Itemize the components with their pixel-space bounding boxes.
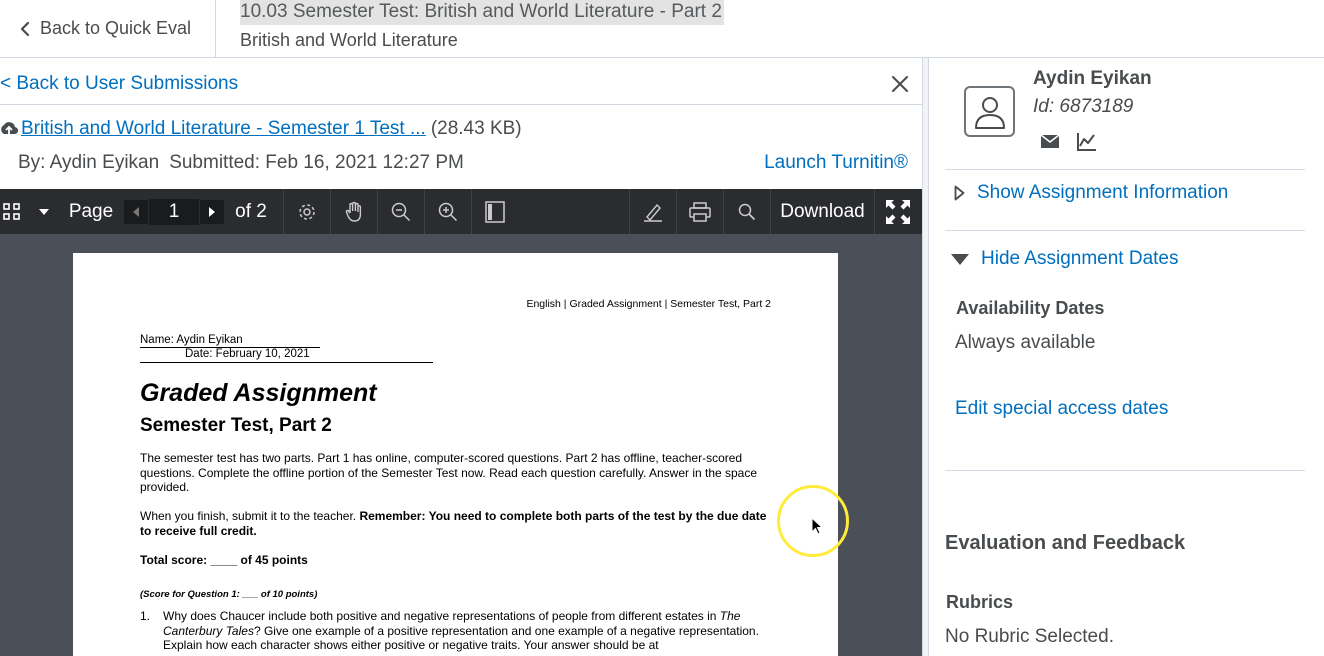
submission-pane: < Back to User Submissions British and W… <box>0 58 922 656</box>
submission-meta: By: Aydin Eyikan Submitted: Feb 16, 2021 … <box>18 152 464 174</box>
pane-resize-handle[interactable] <box>922 58 929 656</box>
rubrics-value: No Rubric Selected. <box>945 626 1114 647</box>
sidebar-toggle-icon <box>485 200 505 223</box>
panel-separator <box>945 470 1305 471</box>
show-assignment-info-label: Show Assignment Information <box>977 182 1229 203</box>
submitted-by: By: Aydin Eyikan <box>18 152 160 173</box>
close-icon[interactable] <box>889 73 911 95</box>
doc-q1-text: Why does Chaucer include both positive a… <box>163 609 773 653</box>
doc-intro-paragraph: The semester test has two parts. Part 1 … <box>140 451 758 494</box>
hand-tool-button[interactable] <box>331 189 377 234</box>
settings-icon <box>299 203 315 220</box>
page-total-cell: of 2 <box>230 189 272 234</box>
show-assignment-info-toggle[interactable]: Show Assignment Information <box>954 182 1228 204</box>
upload-icon <box>1 122 18 136</box>
next-page-icon <box>209 206 215 217</box>
hand-icon <box>345 201 362 222</box>
annotate-icon <box>644 203 662 222</box>
top-bar: Back to Quick Eval 10.03 Semester Test: … <box>0 0 1324 58</box>
next-page-button[interactable] <box>200 199 224 224</box>
triangle-down-icon <box>951 253 969 265</box>
hide-assignment-dates-toggle[interactable]: Hide Assignment Dates <box>951 248 1179 270</box>
course-name: British and World Literature <box>240 30 458 50</box>
availability-dates-value: Always available <box>955 332 1096 353</box>
page-input-cell <box>149 189 199 234</box>
doc-submit-paragraph: When you finish, submit it to the teache… <box>140 509 773 538</box>
download-button[interactable]: Download <box>771 189 874 234</box>
next-page-cell <box>199 189 225 234</box>
page-total: of 2 <box>235 200 267 222</box>
prev-page-icon <box>133 206 139 217</box>
fullscreen-icon <box>885 199 910 224</box>
triangle-right-icon <box>954 185 965 201</box>
prev-page-cell <box>123 189 149 234</box>
launch-turnitin-link[interactable]: Launch Turnitin® <box>764 152 908 174</box>
doc-question-1: 1. Why does Chaucer include both positiv… <box>140 609 773 656</box>
doc-date-line: Date: February 10, 2021 <box>185 348 310 360</box>
back-to-quick-eval-label: Back to Quick Eval <box>40 18 192 38</box>
doc-total-score: Total score: ____ of 45 points <box>140 553 308 567</box>
page-label-cell: Page <box>64 189 118 234</box>
thumbnails-button[interactable] <box>0 189 24 234</box>
rubrics-label: Rubrics <box>946 592 1014 612</box>
panel-separator <box>945 169 1305 170</box>
user-avatar <box>964 86 1015 137</box>
submission-header: < Back to User Submissions <box>0 58 922 105</box>
user-id: Id: 6873189 <box>1033 96 1134 117</box>
annotate-button[interactable] <box>630 189 676 234</box>
page-number-input[interactable] <box>149 198 199 225</box>
mouse-cursor-icon <box>811 517 823 535</box>
back-to-quick-eval-link[interactable]: Back to Quick Eval <box>0 0 216 57</box>
assignment-title: 10.03 Semester Test: British and World L… <box>240 0 724 25</box>
user-avatar-icon <box>974 96 1005 129</box>
doc-title: Graded Assignment <box>140 379 377 407</box>
title-block: 10.03 Semester Test: British and World L… <box>240 0 724 51</box>
fullscreen-button[interactable] <box>875 189 920 234</box>
caret-down-icon <box>39 208 49 215</box>
evaluation-panel: Aydin Eyikan Id: 6873189 Show Assignment… <box>929 58 1324 656</box>
file-row: British and World Literature - Semester … <box>0 118 522 140</box>
doc-q1-text-a: Why does Chaucer include both positive a… <box>163 609 720 623</box>
download-label: Download <box>780 200 865 222</box>
chevron-left-icon <box>20 21 30 36</box>
search-icon <box>738 203 756 220</box>
submission-file-link[interactable]: British and World Literature - Semester … <box>21 118 426 140</box>
evaluation-feedback-heading: Evaluation and Feedback <box>945 532 1186 554</box>
doc-q1-score: (Score for Question 1: ___ of 10 points) <box>140 589 318 600</box>
pdf-toolbar: Page of 2 <box>0 189 922 234</box>
file-size: (28.43 KB) <box>430 118 522 139</box>
mail-icon[interactable] <box>1040 134 1060 149</box>
print-button[interactable] <box>677 189 723 234</box>
doc-q1-number: 1. <box>140 609 151 623</box>
zoom-out-button[interactable] <box>378 189 424 234</box>
print-icon <box>689 201 711 222</box>
chart-icon[interactable] <box>1077 132 1097 151</box>
settings-button[interactable] <box>284 189 330 234</box>
zoom-out-icon <box>391 202 411 221</box>
thumbnails-icon <box>3 202 20 220</box>
doc-header: English | Graded Assignment | Semester T… <box>526 298 771 310</box>
back-to-user-submissions-link[interactable]: < Back to User Submissions <box>0 73 238 95</box>
submitted-date: Submitted: Feb 16, 2021 12:27 PM <box>169 152 464 173</box>
edit-special-access-link[interactable]: Edit special access dates <box>955 398 1168 420</box>
doc-name-line: Name: Aydin Eyikan <box>140 334 243 346</box>
panel-separator <box>945 230 1305 231</box>
prev-page-button[interactable] <box>124 199 148 224</box>
sidebar-toggle-button[interactable] <box>472 189 518 234</box>
availability-dates-label: Availability Dates <box>956 298 1105 318</box>
date-underline <box>140 362 433 363</box>
search-button[interactable] <box>724 189 770 234</box>
hide-assignment-dates-label: Hide Assignment Dates <box>981 248 1179 269</box>
zoom-in-button[interactable] <box>425 189 471 234</box>
user-name: Aydin Eyikan <box>1033 68 1152 89</box>
pdf-page: English | Graded Assignment | Semester T… <box>73 253 838 656</box>
pdf-viewer[interactable]: English | Graded Assignment | Semester T… <box>0 234 922 656</box>
zoom-in-icon <box>438 202 458 221</box>
doc-subtitle: Semester Test, Part 2 <box>140 415 332 436</box>
sidebar-dropdown-button[interactable] <box>34 189 54 234</box>
page-label: Page <box>68 200 114 222</box>
doc-submit-text: When you finish, submit it to the teache… <box>140 509 360 523</box>
